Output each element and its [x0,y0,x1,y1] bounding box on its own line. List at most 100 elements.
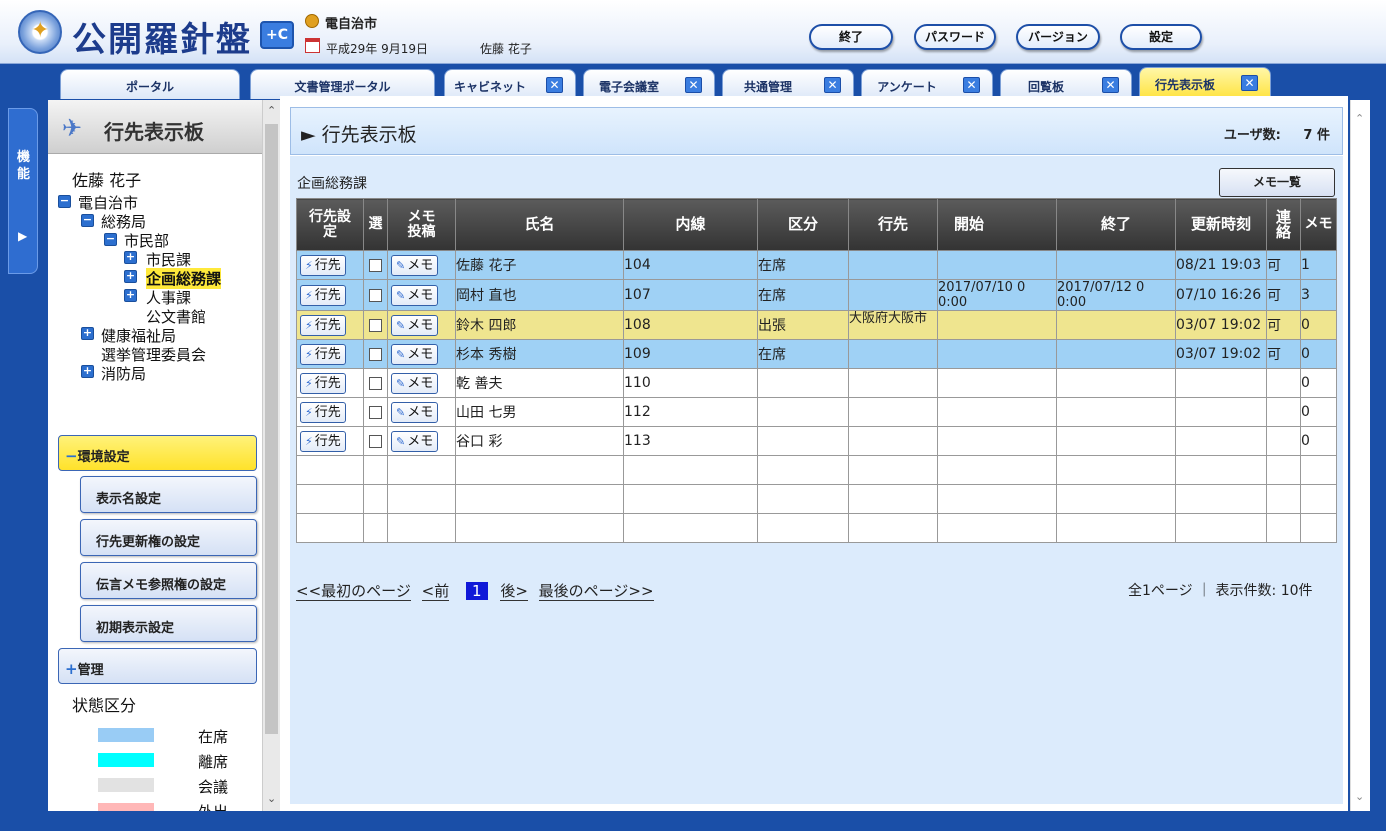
collapse-icon[interactable]: − [81,214,94,227]
expand-icon[interactable]: + [124,289,137,302]
col-header[interactable]: 内線 [623,198,758,251]
col-header[interactable]: メモ [1300,198,1337,251]
next-page-link[interactable]: 後> [500,582,528,601]
goto-button[interactable]: ⚡ 行先 [300,430,346,452]
goto-button[interactable]: ⚡ 行先 [300,401,346,423]
tab-e-conference[interactable]: 電子会議室 ✕ [583,69,715,99]
function-panel-toggle[interactable]: 機能 ▶ [8,108,38,274]
scroll-up-icon[interactable]: ⌃ [1355,112,1364,125]
first-page-link[interactable]: <<最初のページ [296,582,411,601]
memo-post-button[interactable]: ✎ メモ [391,401,439,423]
tree-node-hr-section[interactable]: 人事課 [146,287,191,308]
close-icon[interactable]: ✕ [685,77,702,93]
legend-label: 離席 [198,753,229,771]
table-row[interactable]: ⚡ 行先 ✎ メモ 佐藤 花子 104 在席 08/21 19:03 可 1 [296,250,1337,280]
table-row[interactable]: ⚡ 行先 ✎ メモ 谷口 彩 113 0 [296,426,1337,456]
table-row[interactable]: ⚡ 行先 ✎ メモ 岡村 直也 107 在席 2017/07/10 0 0:00 2017/07… [296,279,1337,311]
memo-post-button[interactable]: ✎ メモ [391,372,439,394]
collapse-icon[interactable]: − [58,195,71,208]
col-header[interactable]: 選 [363,198,388,251]
prev-page-link[interactable]: <前 [421,582,450,601]
close-icon[interactable]: ✕ [1102,77,1119,93]
env-settings-header[interactable]: −環境設定 [58,435,257,471]
col-header[interactable]: 開始 [937,198,1057,251]
col-header[interactable]: 連絡 [1266,198,1301,251]
tree-node-citizens-section[interactable]: 市民課 [146,249,191,270]
goto-cell: ⚡ 行先 [296,279,364,311]
memo-post-button[interactable]: ✎ メモ [391,284,439,306]
select-checkbox[interactable] [369,288,382,302]
tab-common-admin[interactable]: 共通管理 ✕ [722,69,854,99]
col-header[interactable]: 更新時刻 [1175,198,1267,251]
tree-node-city[interactable]: 電自治市 [78,192,138,213]
destination-update-permission-button[interactable]: 行先更新権の設定 [80,519,257,556]
tree-node-citizens-dept[interactable]: 市民部 [124,230,169,251]
select-checkbox[interactable] [369,434,382,448]
tree-node-archives[interactable]: 公文書館 [146,306,206,327]
goto-button[interactable]: ⚡ 行先 [300,254,346,276]
expand-icon[interactable]: + [124,251,137,264]
tree-node-general-affairs[interactable]: 総務局 [101,211,146,232]
memo-post-button[interactable]: ✎ メモ [391,430,439,452]
tree-node-planning-section[interactable]: 企画総務課 [146,268,222,289]
exit-button[interactable]: 終了 [809,24,893,50]
sidebar-scrollbar[interactable]: ⌃ ⌄ [262,100,280,811]
select-checkbox[interactable] [369,347,382,361]
tab-document-portal[interactable]: 文書管理ポータル [250,69,435,99]
memo-post-button[interactable]: ✎ メモ [391,254,439,276]
table-row[interactable]: ⚡ 行先 ✎ メモ 山田 七男 112 0 [296,397,1337,427]
admin-header[interactable]: +管理 [58,648,257,684]
select-checkbox[interactable] [369,405,382,419]
select-checkbox[interactable] [369,258,382,272]
col-header[interactable]: 区分 [757,198,849,251]
close-icon[interactable]: ✕ [963,77,980,93]
select-checkbox[interactable] [369,318,382,332]
scroll-thumb[interactable] [265,124,278,734]
close-icon[interactable]: ✕ [1241,75,1258,91]
expand-icon[interactable]: + [81,365,94,378]
tab-portal[interactable]: ポータル [60,69,240,99]
tab-cabinet[interactable]: キャビネット ✕ [444,69,576,99]
close-icon[interactable]: ✕ [824,77,841,93]
goto-button[interactable]: ⚡ 行先 [300,284,346,306]
scroll-down-icon[interactable]: ⌄ [267,792,276,805]
goto-button[interactable]: ⚡ 行先 [300,343,346,365]
legend-label: 在席 [198,728,229,746]
settings-button[interactable]: 設定 [1120,24,1202,50]
initial-display-settings-button[interactable]: 初期表示設定 [80,605,257,642]
start-cell: 2017/07/10 0 0:00 [937,279,1057,311]
expand-icon[interactable]: + [81,327,94,340]
last-page-link[interactable]: 最後のページ>> [538,582,654,601]
memo-list-button[interactable]: メモ一覧 [1219,168,1335,197]
col-header[interactable]: 行先設定 [296,198,364,251]
tab-survey[interactable]: アンケート ✕ [861,69,993,99]
display-name-settings-button[interactable]: 表示名設定 [80,476,257,513]
col-header[interactable]: 行先 [848,198,938,251]
table-row[interactable]: ⚡ 行先 ✎ メモ 鈴木 四郎 108 出張 大阪府大阪市 03/07 19:02 可 0 [296,310,1337,340]
scroll-down-icon[interactable]: ⌄ [1355,790,1364,803]
main-scrollbar[interactable]: ⌃ ⌄ [1350,100,1370,811]
memo-post-button[interactable]: ✎ メモ [391,314,439,336]
close-icon[interactable]: ✕ [546,77,563,93]
tree-node-health-welfare[interactable]: 健康福祉局 [101,325,176,346]
collapse-icon[interactable]: − [104,233,117,246]
select-checkbox[interactable] [369,376,382,390]
col-header[interactable]: メモ投稿 [387,198,456,251]
tab-circular[interactable]: 回覧板 ✕ [1000,69,1132,99]
col-header[interactable]: 氏名 [455,198,624,251]
goto-button[interactable]: ⚡ 行先 [300,372,346,394]
expand-icon[interactable]: + [124,270,137,283]
table-row[interactable]: ⚡ 行先 ✎ メモ 杉本 秀樹 109 在席 03/07 19:02 可 0 [296,339,1337,369]
password-button[interactable]: パスワード [914,24,996,50]
table-row[interactable]: ⚡ 行先 ✎ メモ乾 善夫 110 0 [296,368,1337,398]
version-button[interactable]: バージョン [1016,24,1100,50]
current-page[interactable]: 1 [465,582,488,600]
tree-node-fire-dept[interactable]: 消防局 [101,363,146,384]
scroll-up-icon[interactable]: ⌃ [267,104,276,117]
tree-node-election-committee[interactable]: 選挙管理委員会 [101,344,206,365]
empty-cell [387,513,456,543]
memo-post-button[interactable]: ✎ メモ [391,343,439,365]
goto-button[interactable]: ⚡ 行先 [300,314,346,336]
col-header[interactable]: 終了 [1056,198,1176,251]
memo-reference-permission-button[interactable]: 伝言メモ参照権の設定 [80,562,257,599]
